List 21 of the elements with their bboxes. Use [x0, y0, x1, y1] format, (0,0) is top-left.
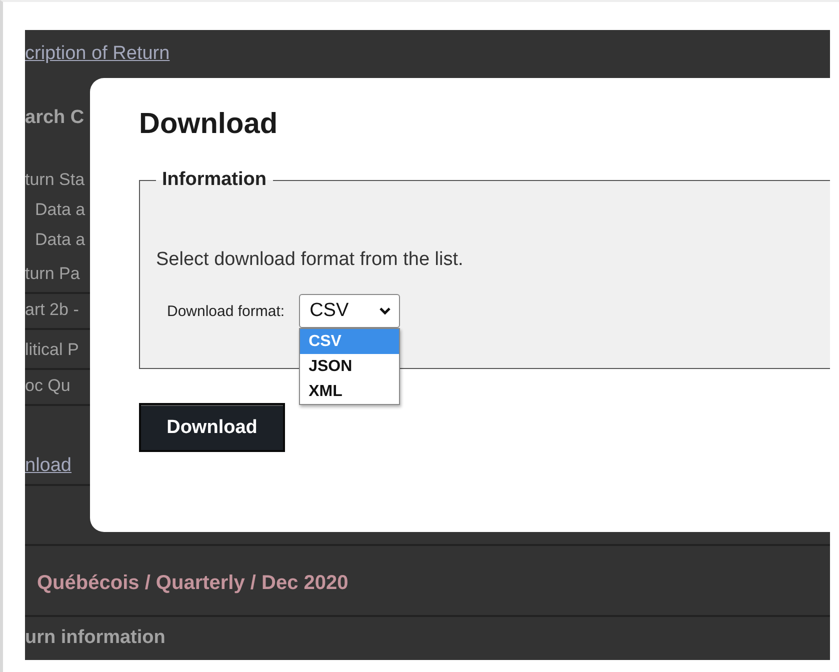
instruction-text: Select download format from the list. [156, 249, 464, 271]
field-label: turn Sta [25, 170, 85, 189]
field-label: litical P [25, 340, 79, 359]
field-label: turn Pa [25, 264, 80, 283]
breadcrumb-text: Québécois / Quarterly / Dec 2020 [37, 572, 348, 594]
page-link[interactable]: cription of Return [25, 43, 170, 64]
option-text: Data a [35, 230, 86, 249]
section-heading: arch C [25, 107, 84, 128]
format-select[interactable]: CSV [298, 294, 400, 328]
dropdown-option[interactable]: XML [300, 379, 399, 404]
dropdown-option[interactable]: JSON [300, 354, 399, 379]
download-button[interactable]: Download [139, 403, 285, 452]
option-text: Data a [35, 200, 86, 219]
field-value: oc Qu [25, 376, 70, 395]
fieldset-legend: Information [156, 169, 272, 191]
field-value: art 2b - [25, 300, 79, 319]
format-label: Download format: [167, 303, 285, 320]
section-heading: urn information [25, 627, 166, 648]
chevron-down-icon [378, 307, 391, 315]
page-link[interactable]: nload [25, 455, 72, 476]
dialog-title: Download [139, 108, 279, 141]
